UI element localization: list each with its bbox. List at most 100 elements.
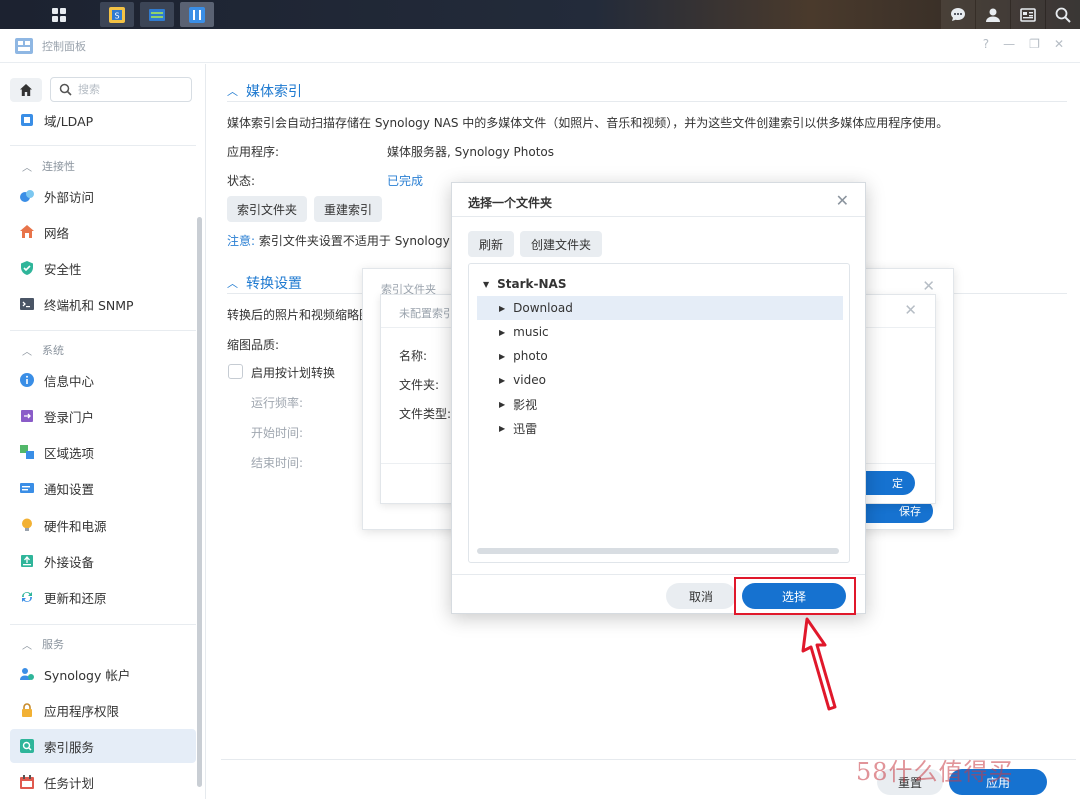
app-label: 应用程序: xyxy=(227,145,280,159)
sidebar-item-notification[interactable]: 通知设置 xyxy=(10,471,196,505)
section-title: 媒体索引 xyxy=(246,84,302,100)
sidebar-item-label: 通知设置 xyxy=(44,481,95,497)
global-search-button[interactable] xyxy=(1046,0,1080,29)
svg-text:S: S xyxy=(114,11,119,20)
tree-item-photo[interactable]: ▶ photo xyxy=(477,344,843,368)
sidebar-item-network[interactable]: 网络 xyxy=(10,215,196,249)
note-body: 索引文件夹设置不适用于 Synology P xyxy=(258,234,461,248)
sidebar-item-terminal-snmp[interactable]: 终端机和 SNMP xyxy=(10,287,196,321)
tree-item-label: video xyxy=(513,373,546,387)
sidebar-item-label: 网络 xyxy=(44,225,70,241)
schedule-checkbox[interactable] xyxy=(228,364,243,379)
sidebar-item-indexing-service[interactable]: 索引服务 xyxy=(10,729,196,763)
taskbar-app-storage-manager[interactable] xyxy=(140,2,174,27)
sidebar-item-external-devices[interactable]: 外接设备 xyxy=(10,544,196,578)
sidebar-item-label: 更新和还原 xyxy=(44,590,107,606)
home-button[interactable] xyxy=(10,78,42,102)
rebuild-index-button[interactable]: 重建索引 xyxy=(314,196,382,222)
sidebar-item-update-restore[interactable]: 更新和还原 xyxy=(10,580,196,614)
sidebar-item-synology-account[interactable]: Synology 帐户 xyxy=(10,657,196,691)
tree-horizontal-scrollbar[interactable] xyxy=(477,548,839,554)
minimize-button[interactable]: — xyxy=(1003,37,1015,51)
widgets-button[interactable] xyxy=(1011,0,1045,29)
index-service-icon xyxy=(18,737,36,755)
sidebar-item-hardware-power[interactable]: 硬件和电源 xyxy=(10,508,196,542)
caret-right-icon: ▶ xyxy=(499,399,506,409)
section-conversion[interactable]: ︿ 转换设置 xyxy=(227,273,302,293)
caret-right-icon: ▶ xyxy=(499,327,506,337)
sidebar-item-label: 索引服务 xyxy=(44,739,95,755)
sidebar-item-regional-options[interactable]: 区域选项 xyxy=(10,435,196,469)
sidebar-item-label: 外部访问 xyxy=(44,189,95,205)
tree-item-xunlei[interactable]: ▶ 迅雷 xyxy=(477,416,843,440)
lightbulb-icon xyxy=(18,516,36,534)
sidebar-search-input[interactable] xyxy=(78,83,178,96)
index-folder-button[interactable]: 索引文件夹 xyxy=(227,196,307,222)
dialog-title: 未配置索引 xyxy=(399,307,454,320)
close-window-button[interactable]: ✕ xyxy=(1054,37,1064,51)
sidebar-item-label: 硬件和电源 xyxy=(44,518,107,534)
divider xyxy=(452,574,865,575)
category-system[interactable]: ︿ 系统 xyxy=(22,342,64,358)
close-icon[interactable]: ✕ xyxy=(836,191,849,210)
quality-label: 缩图品质: xyxy=(227,338,280,352)
calendar-icon xyxy=(18,773,36,791)
tree-item-movies[interactable]: ▶ 影视 xyxy=(477,392,843,416)
note-prefix: 注意: xyxy=(227,234,256,248)
help-button[interactable]: ? xyxy=(983,37,989,51)
category-services[interactable]: ︿ 服务 xyxy=(22,636,64,652)
tree-root[interactable]: ▼ Stark-NAS xyxy=(483,272,849,296)
sidebar-item-external-access[interactable]: 外部访问 xyxy=(10,179,196,213)
home-icon xyxy=(20,84,32,96)
sidebar-item-domain-ldap[interactable]: 域/LDAP xyxy=(10,103,196,137)
caret-right-icon: ▶ xyxy=(499,375,506,385)
domain-icon xyxy=(18,111,36,129)
sidebar-item-label: 域/LDAP xyxy=(44,113,94,129)
section-media-index[interactable]: ︿ 媒体索引 xyxy=(227,81,302,101)
tree-item-video[interactable]: ▶ video xyxy=(477,368,843,392)
notifications-button[interactable] xyxy=(941,0,975,29)
sidebar-item-security[interactable]: 安全性 xyxy=(10,251,196,285)
sidebar-item-info-center[interactable]: 信息中心 xyxy=(10,363,196,397)
taskbar-app-package-center[interactable]: S xyxy=(100,2,134,27)
divider xyxy=(227,101,1067,102)
status-value: 已完成 xyxy=(387,174,424,188)
sidebar-item-app-privileges[interactable]: 应用程序权限 xyxy=(10,693,196,727)
create-folder-button[interactable]: 创建文件夹 xyxy=(520,231,602,257)
search-icon xyxy=(59,83,72,96)
tree-item-label: 影视 xyxy=(513,397,538,412)
sidebar-scrollbar[interactable] xyxy=(197,217,202,787)
sidebar-item-label: 安全性 xyxy=(44,261,82,277)
folder-label: 文件夹: xyxy=(399,378,440,392)
refresh-button[interactable]: 刷新 xyxy=(468,231,514,257)
storage-manager-icon xyxy=(149,8,165,21)
chevron-up-icon: ︿ xyxy=(227,277,238,290)
sidebar-item-label: Synology 帐户 xyxy=(44,667,131,683)
category-label: 服务 xyxy=(42,638,64,651)
category-connectivity[interactable]: ︿ 连接性 xyxy=(22,158,75,174)
user-button[interactable] xyxy=(976,0,1010,29)
main-menu-button[interactable] xyxy=(40,0,78,29)
widgets-icon xyxy=(1020,7,1036,22)
maximize-button[interactable]: ❐ xyxy=(1029,37,1040,51)
annotation-arrow-icon xyxy=(801,617,837,711)
tree-item-music[interactable]: ▶ music xyxy=(477,320,843,344)
login-portal-icon xyxy=(18,407,36,425)
sidebar-search[interactable] xyxy=(50,77,192,102)
close-icon[interactable]: ✕ xyxy=(904,301,917,319)
divider xyxy=(10,330,196,331)
cancel-button[interactable]: 取消 xyxy=(666,583,736,609)
divider xyxy=(10,624,196,625)
sidebar-item-task-scheduler[interactable]: 任务计划 xyxy=(10,765,196,799)
media-index-description: 媒体索引会自动扫描存储在 Synology NAS 中的多媒体文件（如照片、音乐… xyxy=(227,116,949,130)
taskbar: S xyxy=(0,0,1080,29)
sidebar-item-label: 信息中心 xyxy=(44,373,95,389)
update-icon xyxy=(18,588,36,606)
close-icon[interactable]: ✕ xyxy=(922,277,935,295)
dialog-title: 选择一个文件夹 xyxy=(468,196,553,210)
tree-item-download[interactable]: ▶ Download xyxy=(477,296,843,320)
sidebar-item-login-portal[interactable]: 登录门户 xyxy=(10,399,196,433)
note-text: 注意: 索引文件夹设置不适用于 Synology P xyxy=(227,232,461,249)
grid-icon xyxy=(52,7,66,22)
taskbar-app-control-panel[interactable] xyxy=(180,2,214,27)
